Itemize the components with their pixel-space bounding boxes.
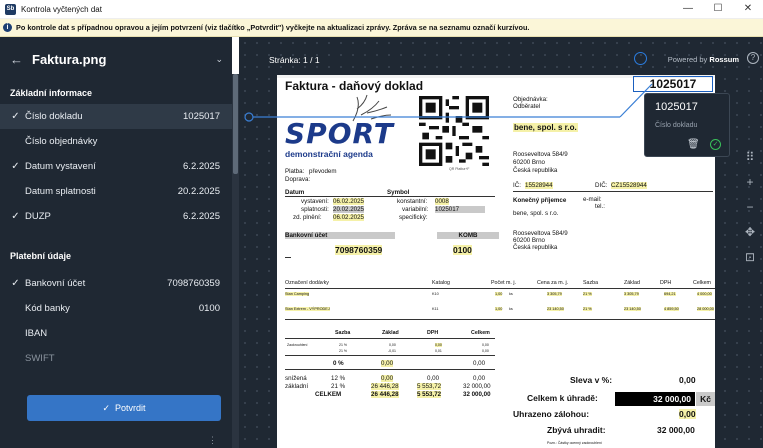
sidebar-scrollbar[interactable] [232,74,239,448]
company-logo: SPORT [285,117,394,150]
field-row-bankovni-ucet[interactable]: ✓ Bankovní účet 7098760359 [0,271,232,296]
check-icon: ✓ [102,403,110,413]
section-title-payment: Platební údaje [10,251,72,261]
invoice-number-box[interactable]: 1025017 [633,76,713,92]
zoom-in-icon[interactable]: + [742,175,758,200]
customer-name[interactable]: bene, spol. s r.o. [513,123,578,132]
bank-code[interactable]: 0100 [453,245,472,255]
field-row-datum-splatnosti[interactable]: Datum splatnosti 20.2.2025 [0,179,232,204]
power-icon [634,52,647,65]
field-row-datum-vystaveni[interactable]: ✓ Datum vystavení 6.2.2025 [0,154,232,179]
taxable-date[interactable]: 06.02.2025 [333,214,364,221]
field-row-duzp[interactable]: ✓ DUZP 6.2.2025 [0,204,232,229]
chevron-down-icon[interactable]: ⌄ [215,54,223,65]
info-icon: i [3,23,12,32]
currency: Kč [696,392,715,406]
maximize-button[interactable]: ☐ [703,0,733,19]
field-label: IBAN [25,328,48,339]
more-options-icon[interactable]: ⋮ [208,435,217,446]
minimize-button[interactable]: — [673,0,703,19]
file-name: Faktura.png [32,52,107,67]
field-value: 7098760359 [167,278,220,289]
field-label: SWIFT [25,353,55,364]
section-title-basic: Základní informace [10,88,93,98]
confirm-button[interactable]: ✓ Potvrdit [27,395,221,421]
check-icon: ✓ [11,161,20,172]
sidebar-header: ← Faktura.png ⌄ [0,37,232,82]
app-icon: Sb [5,3,16,15]
powered-by: Powered by Rossum [667,55,739,64]
confirm-check-icon[interactable]: ✓ [710,139,721,150]
page-indicator: Stránka: 1 / 1 [269,55,320,65]
field-label: Číslo objednávky [25,136,98,147]
popup-label: Číslo dokladu [655,122,698,129]
invoice-title: Faktura - daňový doklad [285,79,424,93]
field-row-swift[interactable]: SWIFT [0,346,232,371]
info-bar: i Po kontrole dat s případnou opravou a … [0,19,763,37]
drag-handle-icon[interactable]: ⠿ [742,150,758,175]
viewer-toolbar: ⠿ + − ✥ ⊡ [742,150,758,275]
window-title: Kontrola vyčtených dat [21,4,102,14]
due-date[interactable]: 20.02.2025 [333,206,364,213]
scrollbar-thumb[interactable] [233,74,238,174]
total-amount[interactable]: 32 000,00 [615,392,695,406]
info-text: Po kontrole dat s případnou opravou a je… [16,23,530,32]
qr-caption: QR Platba+F [449,167,470,171]
field-edit-popup: 1025017 Číslo dokladu 🗑 ✓ [644,93,730,157]
check-icon: ✓ [11,111,20,122]
field-value: 0100 [198,303,220,314]
fit-page-icon[interactable]: ⊡ [742,250,758,275]
popup-value[interactable]: 1025017 [655,101,698,113]
issue-date[interactable]: 06.02.2025 [333,198,364,205]
confirm-label: Potvrdit [115,403,146,413]
field-row-kod-banky[interactable]: Kód banky 0100 [0,296,232,321]
sidebar: ← Faktura.png ⌄ Základní informace ✓ Čís… [0,37,232,448]
zoom-out-icon[interactable]: − [742,200,758,225]
field-row-cislo-dokladu[interactable]: ✓ Číslo dokladu 1025017 [0,104,232,129]
close-button[interactable]: ✕ [733,0,763,19]
check-icon: ✓ [11,278,20,289]
field-row-iban[interactable]: IBAN [0,321,232,346]
check-icon: ✓ [11,211,20,222]
help-icon[interactable]: ? [747,52,759,64]
field-value: 20.2.2025 [177,186,220,197]
logo-tagline: demonstrační agenda [285,149,373,159]
qr-code-icon [419,96,489,166]
window-titlebar: Sb Kontrola vyčtených dat — ☐ ✕ [0,0,763,19]
field-row-cislo-objednavky[interactable]: Číslo objednávky [0,129,232,154]
field-value: 6.2.2025 [183,161,220,172]
pan-icon[interactable]: ✥ [742,225,758,250]
back-arrow-icon[interactable]: ← [10,52,23,67]
bank-account[interactable]: 7098760359 [335,245,383,255]
field-value: 1025017 [183,111,220,122]
delete-icon[interactable]: 🗑 [687,139,700,150]
field-value: 6.2.2025 [183,211,220,222]
